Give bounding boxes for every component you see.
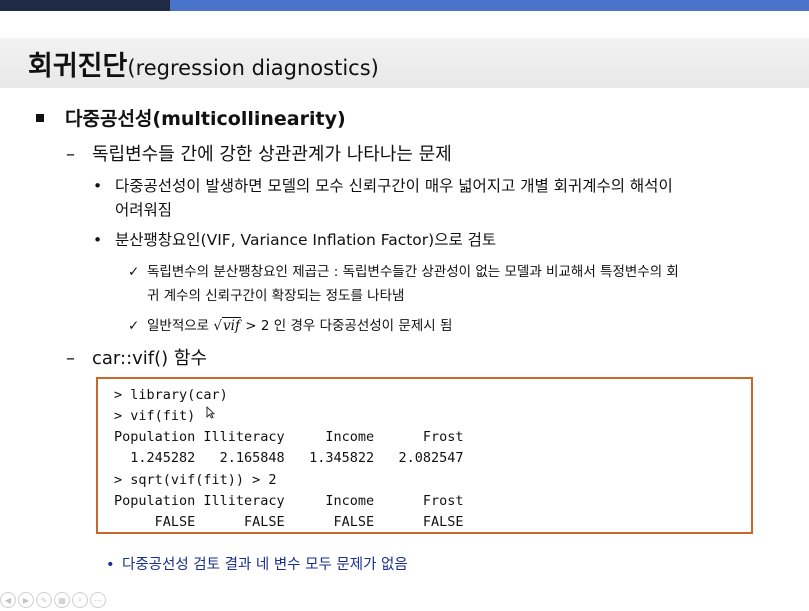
check-item-2-post: > 2 인 경우 다중공선성이 문제시 됨 xyxy=(240,318,453,334)
bullet-item-2: • 분산팽창요인(VIF, Variance Inflation Factor)으… xyxy=(93,228,496,250)
code-line: Population Illiteracy Income Frost xyxy=(114,493,464,509)
slide-title: 회귀진단 (regression diagnostics) xyxy=(28,44,379,84)
summary-note-text: 다중공선성 검토 결과 네 변수 모두 문제가 없음 xyxy=(122,557,408,573)
square-bullet-icon xyxy=(36,113,44,122)
section-heading-label: 다중공선성(multicollinearity) xyxy=(65,108,346,130)
bullet-item-1-cont: 어려워짐 xyxy=(115,198,172,220)
check-item-1-cont: 귀 계수의 신뢰구간이 확장되는 정도를 나타냄 xyxy=(147,284,404,304)
more-options-icon[interactable]: ⋯ xyxy=(90,592,106,608)
dot-bullet: • xyxy=(93,231,103,249)
code-line: > library(car) xyxy=(114,387,228,403)
dot-bullet: • xyxy=(93,177,103,195)
code-line: Population Illiteracy Income Frost xyxy=(114,429,464,445)
checkmark-icon: ✓ xyxy=(128,264,140,280)
check-item-2: ✓ 일반적으로 √vif > 2 인 경우 다중공선성이 문제시 됨 xyxy=(128,314,452,334)
top-accent-bar-light xyxy=(170,0,809,11)
summary-note: • 다중공선성 검토 결과 네 변수 모두 문제가 없음 xyxy=(106,553,408,574)
code-line: FALSE FALSE FALSE FALSE xyxy=(114,514,464,530)
bullet-item-1: • 다중공선성이 발생하면 모델의 모수 신뢰구간이 매우 넓어지고 개별 회귀계… xyxy=(93,174,673,196)
code-line: 1.245282 2.165848 1.345822 2.082547 xyxy=(114,450,464,466)
r-console-output-box: > library(car) > vif(fit) Population Ill… xyxy=(96,377,753,534)
sub-heading-1-text: 독립변수들 간에 강한 상관관계가 나타나는 문제 xyxy=(92,144,452,165)
check-item-1: ✓ 독립변수의 분산팽창요인 제곱근 : 독립변수들간 상관성이 없는 모델과 비… xyxy=(128,260,679,280)
play-icon[interactable]: ▶ xyxy=(18,592,34,608)
section-heading: 다중공선성(multicollinearity) xyxy=(36,104,346,131)
top-accent-bar-dark xyxy=(0,0,170,11)
sub-heading-1: – 독립변수들 간에 강한 상관관계가 나타나는 문제 xyxy=(66,140,452,166)
check-item-1-line1: 독립변수의 분산팽창요인 제곱근 : 독립변수들간 상관성이 없는 모델과 비교… xyxy=(147,264,679,280)
pen-icon[interactable]: ✎ xyxy=(36,592,52,608)
zoom-icon[interactable]: ⌕ xyxy=(72,592,88,608)
checkmark-icon: ✓ xyxy=(128,318,140,334)
prev-slide-icon[interactable]: ◀ xyxy=(0,592,16,608)
sqrt-vif-formula: √vif xyxy=(213,317,241,334)
code-line: > sqrt(vif(fit)) > 2 xyxy=(114,472,277,488)
bullet-item-1-line2: 어려워짐 xyxy=(115,201,173,219)
slide-title-english: (regression diagnostics) xyxy=(127,56,379,80)
slide-player-controls: ◀ ▶ ✎ ▦ ⌕ ⋯ xyxy=(0,592,106,610)
code-line: > vif(fit) xyxy=(114,408,196,424)
sqrt-vif-radicand: vif xyxy=(222,317,241,334)
slide-title-korean: 회귀진단 xyxy=(28,51,128,82)
mouse-pointer-icon xyxy=(206,405,216,422)
dash-bullet: – xyxy=(66,348,75,369)
sub-heading-2-text: car::vif() 함수 xyxy=(92,348,208,369)
sub-heading-2: – car::vif() 함수 xyxy=(66,344,207,370)
check-item-2-pre: 일반적으로 xyxy=(147,318,214,334)
dash-bullet: – xyxy=(66,144,75,165)
dot-bullet: • xyxy=(106,557,115,573)
bullet-item-2-line1: 분산팽창요인(VIF, Variance Inflation Factor)으로… xyxy=(115,231,497,249)
slides-grid-icon[interactable]: ▦ xyxy=(54,592,70,608)
bullet-item-1-line1: 다중공선성이 발생하면 모델의 모수 신뢰구간이 매우 넓어지고 개별 회귀계수… xyxy=(115,177,673,195)
check-item-1-line2: 귀 계수의 신뢰구간이 확장되는 정도를 나타냄 xyxy=(147,288,405,304)
